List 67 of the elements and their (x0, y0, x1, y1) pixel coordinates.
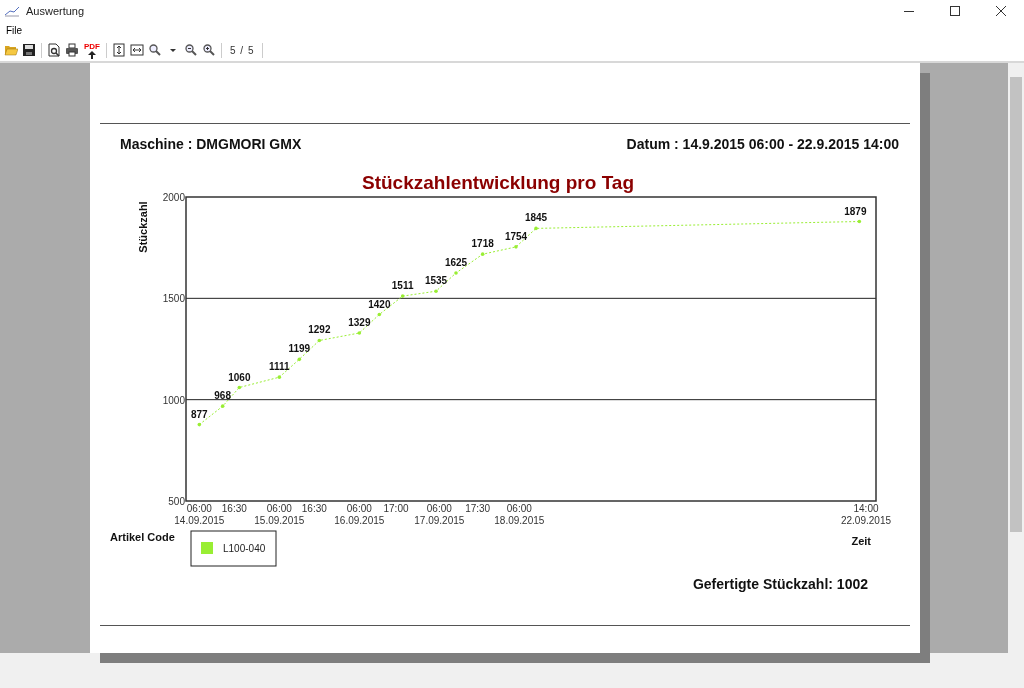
x-tick-label: 06:00 18.09.2015 (494, 503, 545, 526)
data-point (400, 294, 405, 298)
x-tick-label: 06:00 16.09.2015 (334, 503, 385, 526)
magnifier-icon[interactable] (148, 43, 162, 57)
x-tick-label: 16:30 (221, 503, 247, 514)
data-point (297, 357, 302, 362)
total-count: Gefertigte Stückzahl: 1002 (692, 576, 868, 592)
y-tick-label: 2000 (162, 192, 185, 203)
data-label: 1511 (391, 280, 414, 292)
menu-item[interactable]: File (4, 25, 25, 36)
y-tick-label: 1500 (162, 293, 185, 305)
fit-page-icon[interactable] (112, 43, 126, 57)
data-point (377, 312, 382, 317)
data-label: 1292 (308, 324, 331, 336)
data-point (534, 226, 538, 231)
y-tick-label: 500 (168, 496, 185, 507)
data-label: 1420 (368, 298, 391, 310)
data-point (197, 422, 202, 427)
chart-title: Stückzahlentwicklung pro Tag (362, 172, 634, 193)
x-tick-label: 14:00 22.09.2015 (840, 503, 892, 526)
x-tick-label: 17:00 (383, 503, 409, 514)
printer-icon[interactable] (65, 43, 79, 57)
x-axis-title: Zeit (851, 535, 871, 547)
data-label: 1718 (471, 238, 494, 250)
data-point (220, 404, 225, 408)
data-label: 1199 (288, 343, 311, 355)
x-tick-label: 16:30 (301, 503, 327, 514)
fit-width-icon[interactable] (130, 43, 144, 57)
data-label: 1535 (424, 275, 448, 287)
data-label: 877 (191, 408, 208, 420)
pdf-export-button[interactable]: PDF (83, 41, 101, 59)
x-tick-label: 17:30 (465, 503, 491, 514)
data-point (434, 289, 438, 294)
data-point (357, 331, 362, 335)
data-label: 1845 (524, 212, 548, 224)
y-tick-label: 1000 (162, 394, 185, 406)
data-point (857, 219, 862, 224)
data-label: 1329 (348, 317, 371, 328)
data-label: 1060 (228, 371, 251, 383)
data-label: 1879 (844, 205, 867, 217)
chart-line-icon (4, 5, 20, 17)
legend-label: L100-040 (223, 543, 266, 554)
date-range-label: Datum : 14.9.2015 06:00 - 22.9.2015 14:00 (626, 136, 899, 152)
arrow-icon (88, 50, 96, 59)
y-axis-title: Stückzahl (137, 201, 149, 253)
data-point (480, 252, 485, 256)
zoom-in-icon[interactable] (202, 43, 216, 57)
data-point (514, 245, 518, 249)
data-point (317, 338, 322, 343)
data-label: 968 (214, 390, 231, 402)
print-preview-icon[interactable] (47, 43, 61, 57)
vertical-scrollbar[interactable] (1008, 63, 1024, 653)
data-label: 1625 (444, 257, 468, 268)
data-label: 1754 (504, 230, 528, 242)
data-point (454, 271, 458, 275)
close-icon[interactable] (996, 6, 1006, 16)
legend-title: Artikel Code (110, 531, 175, 543)
maximize-icon[interactable] (950, 6, 960, 16)
page-indicator: 5 / 5 (229, 44, 256, 56)
window-title: Auswertung (26, 5, 86, 17)
data-label: 1111 (269, 361, 290, 373)
data-point (277, 375, 282, 379)
machine-label: Maschine : DMGMORI GMX (120, 136, 302, 152)
data-point (237, 385, 242, 390)
zoom-out-icon[interactable] (184, 43, 198, 57)
save-icon[interactable] (22, 43, 36, 57)
x-tick-label: 06:00 17.09.2015 (414, 503, 465, 526)
